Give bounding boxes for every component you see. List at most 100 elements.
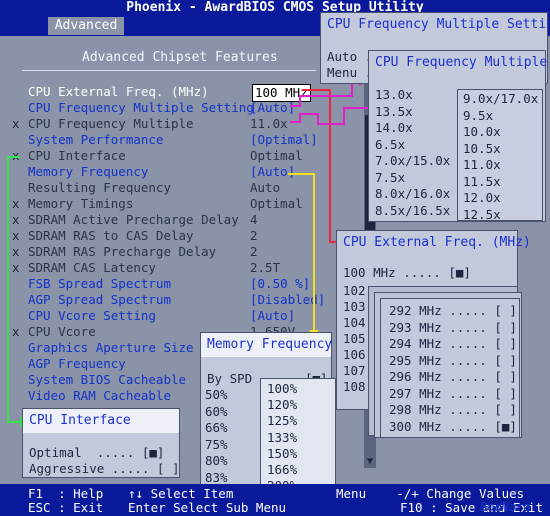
tab-advanced[interactable]: Advanced: [48, 17, 124, 35]
ext-freq-option[interactable]: 295 MHz ..... [ ]: [389, 353, 517, 369]
mem-freq-option[interactable]: 133%: [267, 430, 297, 446]
setting-label: Resulting Frequency: [28, 180, 171, 195]
option-aggressive[interactable]: Aggressive ..... [ ]: [29, 461, 180, 477]
setting-label: Memory Timings: [28, 196, 134, 211]
setting-label: CPU External Freq. (MHz): [28, 84, 209, 99]
ext-freq-option[interactable]: 300 MHz ..... [■]: [389, 419, 517, 435]
help-footer: F1 : Help ESC : Exit ↑↓ Select Item Ente…: [0, 484, 550, 516]
footer-select: ↑↓ Select Item: [128, 486, 234, 501]
multiple-option[interactable]: 8.0x/16.0x: [375, 186, 450, 202]
multiple-option[interactable]: 12.0x: [463, 190, 501, 206]
multiple-option[interactable]: 9.5x: [463, 108, 493, 124]
setting-label: SDRAM RAS Precharge Delay: [28, 244, 217, 259]
setting-value[interactable]: [Optimal]: [250, 132, 318, 148]
multiple-option[interactable]: 7.5x: [375, 170, 405, 186]
ext-freq-option[interactable]: 293 MHz ..... [ ]: [389, 320, 517, 336]
setting-value[interactable]: [0.50 %]: [250, 276, 310, 292]
disabled-mark: x: [12, 228, 20, 243]
mem-freq-option[interactable]: 75%: [205, 437, 228, 453]
red-arrow: [302, 89, 336, 243]
option-optimal[interactable]: Optimal ..... [■]: [29, 445, 164, 461]
scroll-down-icon[interactable]: ▼: [364, 456, 376, 467]
multiple-option[interactable]: 11.5x: [463, 174, 501, 190]
setting-value[interactable]: 2: [250, 244, 258, 260]
ext-freq-option[interactable]: 297 MHz ..... [ ]: [389, 386, 517, 402]
setting-label: AGP Spread Spectrum: [28, 292, 171, 307]
mem-freq-option[interactable]: 50%: [205, 387, 228, 403]
option-auto[interactable]: Auto .: [327, 49, 372, 65]
disabled-mark: x: [12, 324, 20, 339]
section-title: Advanced Chipset Features: [82, 50, 278, 65]
setting-value[interactable]: 4: [250, 212, 258, 228]
mem-freq-option[interactable]: 100%: [267, 381, 297, 397]
magenta-arrow-2: [290, 107, 370, 125]
setting-value[interactable]: 2.5T: [250, 260, 280, 276]
setting-label: CPU Vcore: [28, 324, 96, 339]
ext-freq-option[interactable]: 298 MHz ..... [ ]: [389, 402, 517, 418]
disabled-mark: x: [12, 196, 20, 211]
setting-label: CPU Vcore Setting: [28, 308, 156, 323]
setting-value[interactable]: 11.0x: [250, 116, 288, 132]
disabled-mark: x: [12, 212, 20, 227]
option-by-spd[interactable]: By SPD: [207, 371, 252, 387]
footer-help: F1 : Help: [28, 486, 104, 501]
multiple-option[interactable]: 10.5x: [463, 141, 501, 157]
ext-freq-option[interactable]: 105: [343, 331, 366, 347]
multiple-option[interactable]: 9.0x/17.0x: [463, 91, 538, 107]
multiple-option[interactable]: 8.5x/16.5x: [375, 203, 450, 219]
mem-freq-option[interactable]: 150%: [267, 446, 297, 462]
ext-freq-option[interactable]: 102: [343, 283, 366, 299]
ext-freq-option[interactable]: 107: [343, 363, 366, 379]
ext-freq-option[interactable]: 294 MHz ..... [ ]: [389, 336, 517, 352]
disabled-mark: x: [12, 116, 20, 131]
setting-label: SDRAM Active Precharge Delay: [28, 212, 239, 227]
multiple-option[interactable]: 12.5x: [463, 207, 501, 223]
multiple-option[interactable]: 10.0x: [463, 124, 501, 140]
setting-value[interactable]: [Auto]: [250, 164, 295, 180]
setting-label: CPU Frequency Multiple Setting: [28, 100, 254, 115]
setting-value[interactable]: 2: [250, 228, 258, 244]
ext-freq-option[interactable]: 292 MHz ..... [ ]: [389, 303, 517, 319]
setting-value[interactable]: Auto: [250, 180, 280, 196]
footer-enter: Enter Select Sub Menu: [128, 500, 287, 515]
setting-label: AGP Frequency: [28, 356, 126, 371]
multiple-option[interactable]: 6.5x: [375, 137, 405, 153]
popup-title: CPU Interface: [23, 409, 179, 433]
setting-label: System Performance: [28, 132, 164, 147]
setting-value[interactable]: [Auto]: [250, 100, 295, 116]
popup-ext-freq-list: 292 MHz ..... [ ] 293 MHz ..... [ ] 294 MH…: [380, 298, 520, 438]
multiple-option[interactable]: 13.0x: [375, 87, 413, 103]
mem-freq-option[interactable]: 125%: [267, 413, 297, 429]
mem-freq-option[interactable]: 120%: [267, 397, 297, 413]
ext-freq-option[interactable]: 103: [343, 299, 366, 315]
setting-value[interactable]: Optimal: [250, 196, 303, 212]
popup-title: CPU External Freq. (MHz): [337, 231, 531, 255]
multiple-option[interactable]: 13.5x: [375, 104, 413, 120]
multiple-option[interactable]: 7.0x/15.0x: [375, 153, 450, 169]
setting-value[interactable]: [Disabled]: [250, 292, 325, 308]
setting-value[interactable]: Optimal: [250, 148, 303, 164]
disabled-mark: x: [12, 260, 20, 275]
ext-freq-option[interactable]: 104: [343, 315, 366, 331]
setting-label: SDRAM RAS to CAS Delay: [28, 228, 194, 243]
mem-freq-option[interactable]: 60%: [205, 404, 228, 420]
popup-title: CPU Frequency Multiple Setting: [321, 13, 550, 37]
setting-label: SDRAM CAS Latency: [28, 260, 156, 275]
multiple-option[interactable]: 14.0x: [375, 120, 413, 136]
multiple-option[interactable]: 11.0x: [463, 157, 501, 173]
footer-exit: ESC : Exit: [28, 500, 104, 515]
title-divider: [22, 70, 316, 71]
option-menu[interactable]: Menu .: [327, 65, 372, 81]
popup-title: CPU Frequency Multiple: [369, 51, 547, 75]
ext-freq-option[interactable]: 106: [343, 347, 366, 363]
ext-freq-option[interactable]: 296 MHz ..... [ ]: [389, 369, 517, 385]
mem-freq-option[interactable]: 166%: [267, 462, 297, 478]
ext-freq-first[interactable]: 100 MHz ..... [■]: [343, 265, 471, 281]
setting-label: Memory Frequency: [28, 164, 149, 179]
setting-value[interactable]: [Auto]: [250, 308, 295, 324]
disabled-mark: x: [12, 244, 20, 259]
popup-multiple: CPU Frequency Multiple 13.0x 13.5x 14.0x 6.…: [368, 50, 547, 223]
ext-freq-option[interactable]: 108: [343, 379, 366, 395]
mem-freq-option[interactable]: 66%: [205, 420, 228, 436]
mem-freq-option[interactable]: 80%: [205, 453, 228, 469]
